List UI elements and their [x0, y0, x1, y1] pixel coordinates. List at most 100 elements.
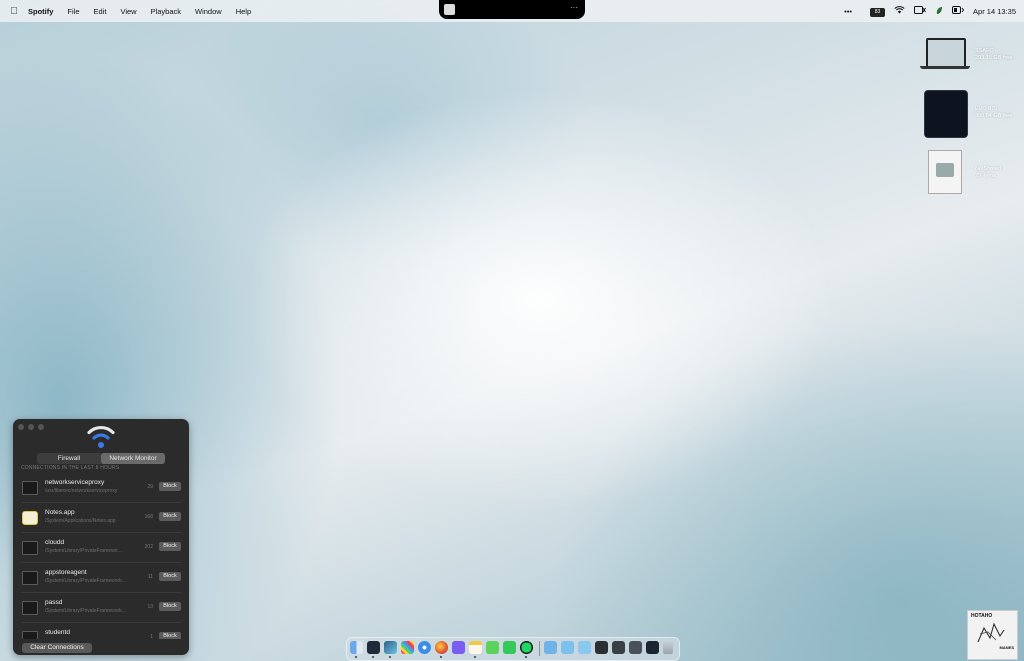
- notch-more-icon[interactable]: ···: [570, 3, 578, 12]
- firefox-icon[interactable]: [435, 641, 448, 654]
- window-thumbnail-icon[interactable]: [629, 641, 642, 654]
- date-time[interactable]: Apr 14 13:35: [973, 7, 1016, 16]
- connection-count: 13: [147, 604, 153, 610]
- menu-playback[interactable]: Playback: [151, 7, 181, 16]
- safari-icon[interactable]: [418, 641, 431, 654]
- terminal-icon: [22, 601, 38, 615]
- list-item[interactable]: appstoreagent /System/Library/PrivateFra…: [13, 563, 189, 593]
- notes-app-icon[interactable]: [469, 641, 482, 654]
- terminal-icon: [22, 631, 38, 639]
- thumbnail-title: HOTAHO: [971, 613, 993, 619]
- notes-icon: [22, 511, 38, 525]
- control-center-icon[interactable]: [952, 6, 965, 16]
- notch-widget[interactable]: ···: [439, 0, 585, 19]
- process-path: /System/Applications/Notes.app: [45, 518, 116, 524]
- menu-edit[interactable]: Edit: [94, 7, 107, 16]
- list-item[interactable]: passd /System/Library/PrivateFramework..…: [13, 593, 189, 623]
- process-name: passd: [45, 599, 63, 606]
- list-item[interactable]: cloudd /System/Library/PrivateFramewo...…: [13, 533, 189, 563]
- connection-count: 202: [144, 544, 153, 550]
- terminal-icon: [22, 541, 38, 555]
- folder-icon[interactable]: [544, 641, 557, 654]
- list-item[interactable]: networkserviceproxy /usr/libexec/network…: [13, 473, 189, 503]
- process-name: networkserviceproxy: [45, 479, 105, 486]
- list-item[interactable]: Notes.app /System/Applications/Notes.app…: [13, 503, 189, 533]
- menu-window[interactable]: Window: [195, 7, 222, 16]
- thumbnail-caption: MANES: [999, 645, 1014, 650]
- connections-list[interactable]: networkserviceproxy /usr/libexec/network…: [13, 473, 189, 639]
- running-indicator: [389, 656, 391, 658]
- desktop-icon-label: NetShared: [975, 166, 1002, 172]
- connection-count: 1: [150, 634, 153, 639]
- process-name: studentd: [45, 629, 70, 636]
- process-name: appstoreagent: [45, 569, 87, 576]
- block-button[interactable]: Block: [159, 572, 181, 581]
- block-button[interactable]: Block: [159, 482, 181, 491]
- trash-icon[interactable]: [663, 641, 673, 654]
- terminal-icon: [22, 481, 38, 495]
- menu-view[interactable]: View: [120, 7, 136, 16]
- process-name: Notes.app: [45, 509, 75, 516]
- process-path: /System/Library/PrivateFramewo...: [45, 548, 122, 554]
- screenshot-thumbnail[interactable]: HOTAHO MANES: [967, 610, 1018, 660]
- screen-mirror-icon[interactable]: [914, 6, 926, 16]
- network-monitor-window: Firewall Network Monitor CONNECTIONS IN …: [13, 419, 189, 655]
- section-label: CONNECTIONS IN THE LAST 8 HOURS: [21, 465, 120, 471]
- block-button[interactable]: Block: [159, 632, 181, 639]
- terminal-icon: [22, 571, 38, 585]
- battery-icon[interactable]: 83: [861, 6, 886, 17]
- connection-count: 11: [147, 574, 153, 580]
- network-share-icon: [918, 150, 970, 202]
- minimize-window-button[interactable]: [28, 424, 34, 430]
- window-thumbnail-icon[interactable]: [646, 641, 659, 654]
- messages-icon[interactable]: [486, 641, 499, 654]
- block-button[interactable]: Block: [159, 602, 181, 611]
- leaf-status-icon[interactable]: [935, 6, 943, 17]
- preview-icon[interactable]: [384, 641, 397, 654]
- network-app-icon[interactable]: [367, 641, 380, 654]
- laptop-drive-icon: [918, 34, 970, 84]
- launchpad-icon[interactable]: [401, 641, 414, 654]
- external-drive-icon: [918, 90, 970, 142]
- app-menu-name[interactable]: Spotify: [28, 7, 53, 16]
- apple-menu-icon[interactable]: : [0, 6, 28, 17]
- desktop-icon-netshared[interactable]: NetShared 29 items: [918, 150, 1018, 208]
- battery-level: 83: [870, 7, 886, 17]
- connection-count: 168: [144, 514, 153, 520]
- facetime-icon[interactable]: [503, 641, 516, 654]
- spotify-icon[interactable]: [520, 641, 533, 654]
- close-window-button[interactable]: [18, 424, 24, 430]
- list-item[interactable]: studentd 1 Block: [13, 623, 189, 639]
- desktop-icon-label: EVO 870: [975, 106, 998, 112]
- text-editor-icon[interactable]: [452, 641, 465, 654]
- tab-network-monitor[interactable]: Network Monitor: [101, 453, 165, 464]
- applications-folder-icon[interactable]: [578, 641, 591, 654]
- tab-firewall[interactable]: Firewall: [37, 453, 101, 464]
- desktop-icon-info: 29 items: [975, 173, 996, 179]
- running-indicator: [440, 656, 442, 658]
- desktop-icon-ssafo[interactable]: SSAFO 293,15 GB free: [918, 34, 1018, 90]
- finder-icon[interactable]: [350, 641, 363, 654]
- wifi-status-icon[interactable]: [894, 6, 905, 16]
- dock: [346, 637, 680, 661]
- menu-file[interactable]: File: [67, 7, 79, 16]
- zoom-window-button[interactable]: [38, 424, 44, 430]
- desktop-icon-info: 293,15 GB free: [975, 55, 1013, 61]
- menu-help[interactable]: Help: [236, 7, 251, 16]
- block-button[interactable]: Block: [159, 542, 181, 551]
- dock-divider: [539, 641, 540, 656]
- tab-bar: Firewall Network Monitor: [37, 453, 165, 464]
- block-button[interactable]: Block: [159, 512, 181, 521]
- desktop-icon-evo[interactable]: EVO 870 380,84 GB free: [918, 90, 1018, 148]
- status-items: ••• 83 Apr 14 13:35: [835, 0, 1016, 22]
- window-thumbnail-icon[interactable]: [612, 641, 625, 654]
- more-status-icon[interactable]: •••: [844, 7, 852, 16]
- window-thumbnail-icon[interactable]: [595, 641, 608, 654]
- folder-icon[interactable]: [561, 641, 574, 654]
- running-indicator: [355, 656, 357, 658]
- clear-connections-button[interactable]: Clear Connections: [22, 643, 92, 653]
- desktop-icon-info: 380,84 GB free: [975, 113, 1013, 119]
- process-path: /usr/libexec/networkserviceproxy: [45, 488, 118, 494]
- process-path: /System/Library/PrivateFramework...: [45, 608, 126, 614]
- wifi-logo-icon: [85, 423, 117, 454]
